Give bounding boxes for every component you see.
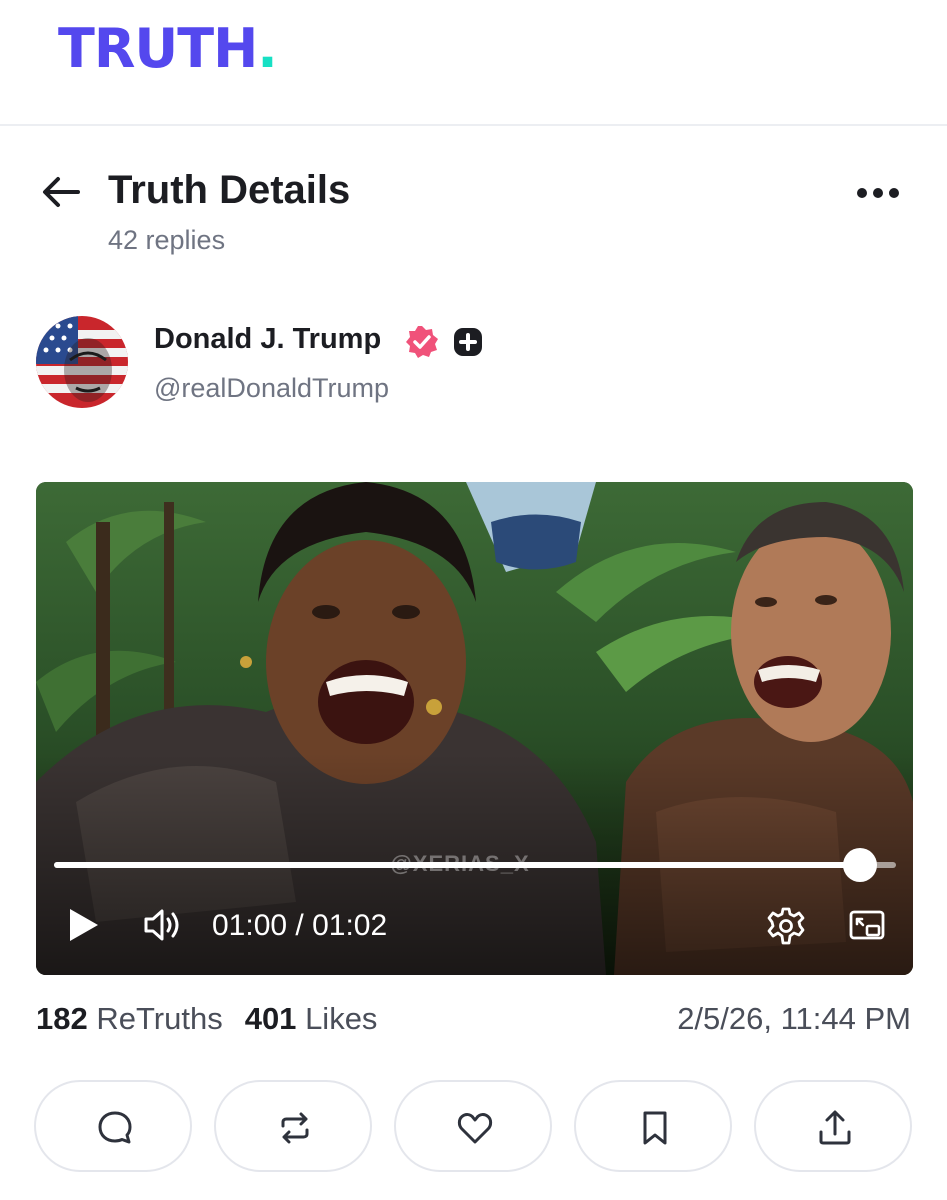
like-button[interactable] [394,1080,552,1172]
retruth-button[interactable] [214,1080,372,1172]
video-progress-fill [54,862,860,868]
reply-icon [98,1111,132,1144]
verified-badge-icon [406,326,438,358]
page-header: Truth Details 42 replies [0,126,947,276]
video-player[interactable] [36,482,913,975]
retruths-stat[interactable]: 182 ReTruths [36,1001,223,1036]
retruth-icon [281,1112,309,1144]
video-settings-button[interactable] [766,906,806,946]
likes-stat[interactable]: 401 Likes [245,1001,378,1036]
volume-button[interactable] [142,906,186,944]
arrow-left-icon [43,177,80,207]
play-button[interactable] [66,906,102,944]
logo-text: TRUTH [58,17,258,80]
truth-logo[interactable]: TRUTH. [58,22,278,76]
truth-details-page: TRUTH. Truth Details 42 replies Donald J… [0,0,947,1200]
avatar[interactable] [36,316,128,408]
post-timestamp: 2/5/26, 11:44 PM [677,1001,911,1036]
retruths-label: ReTruths [96,1001,223,1036]
bookmark-icon [643,1111,667,1145]
page-title: Truth Details [108,168,351,212]
picture-in-picture-icon [849,910,885,940]
bookmark-button[interactable] [574,1080,732,1172]
likes-label: Likes [305,1001,378,1036]
avatar-image [36,316,128,408]
back-button[interactable] [38,174,84,210]
video-scrubber-handle[interactable] [842,848,877,882]
reply-count: 42 replies [108,225,226,255]
volume-icon [144,909,179,941]
share-icon [819,1110,851,1145]
likes-count: 401 [244,1001,297,1036]
video-frame [36,482,913,975]
more-options-button[interactable] [850,178,906,208]
author-name: Donald J. Trump [154,323,382,355]
engagement-stats: 182 ReTruths 401 Likes [36,1000,377,1037]
logo-dot: . [257,17,277,80]
video-time-display: 01:00 / 01:02 [212,909,388,942]
reply-button[interactable] [34,1080,192,1172]
retruths-count: 182 [36,1001,88,1036]
play-icon [70,909,98,941]
picture-in-picture-button[interactable] [848,908,886,944]
video-progress-bar[interactable] [54,848,896,882]
heart-icon [457,1113,493,1144]
ellipsis-horizontal-icon [857,188,899,198]
share-button[interactable] [754,1080,912,1172]
plus-badge-icon [454,328,482,356]
settings-icon [767,907,805,945]
app-top-bar: TRUTH. [0,0,947,126]
author-handle: @realDonaldTrump [154,373,389,403]
